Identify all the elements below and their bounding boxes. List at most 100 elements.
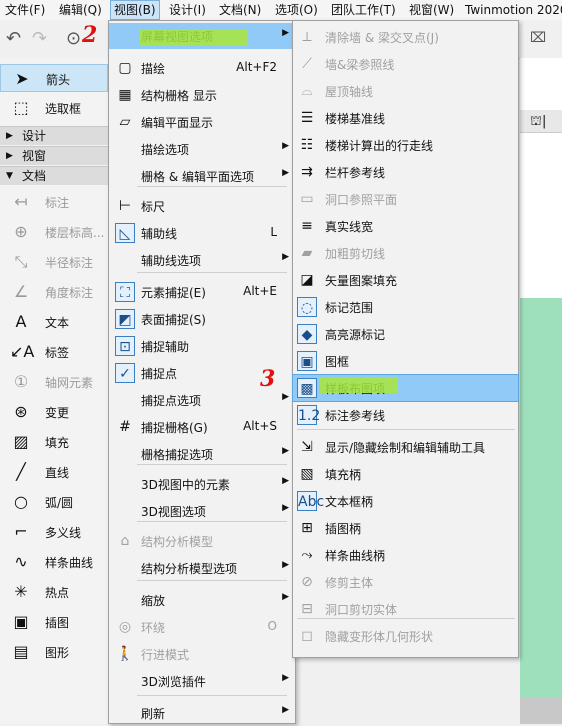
menu-item[interactable]: 刷新 ▶ bbox=[109, 700, 295, 726]
submenu-item[interactable]: ◌ 标记范围 bbox=[293, 294, 518, 320]
menu-item[interactable]: 🚶 行进模式 bbox=[109, 641, 295, 667]
menu-item-label: 3D视图中的元素 bbox=[141, 478, 230, 492]
menu-item[interactable]: 3D视图中的元素 ▶ bbox=[109, 471, 295, 497]
tool-marquee[interactable]: ⬚ 选取框 bbox=[0, 94, 108, 122]
menu-item[interactable]: # 捕捉栅格(G) Alt+S bbox=[109, 414, 295, 440]
menu-twinmotion[interactable]: Twinmotion 2020 bbox=[462, 0, 562, 20]
menu-item[interactable]: ▢ 描绘 Alt+F2 bbox=[109, 55, 295, 81]
menu-document[interactable]: 文档(N) bbox=[216, 0, 264, 20]
tool-item[interactable]: ⊕ 楼层标高... bbox=[0, 218, 108, 246]
trace-icon: ▢ bbox=[118, 60, 132, 76]
submenu-item[interactable]: Abc 文本框柄 bbox=[293, 488, 518, 514]
tool-item[interactable]: ∿ 样条曲线 bbox=[0, 548, 108, 576]
tool-item[interactable]: ① 轴网元素 bbox=[0, 368, 108, 396]
toolbar-tool-icon[interactable]: ⌧ bbox=[530, 30, 546, 46]
submenu-arrow-icon: ▶ bbox=[282, 141, 289, 151]
pick-icon[interactable]: ⊙ bbox=[66, 28, 81, 49]
menu-item[interactable]: ▦ 结构栅格 显示 bbox=[109, 82, 295, 108]
tab-icon[interactable]: ⛫| bbox=[530, 114, 546, 131]
menu-teamwork[interactable]: 团队工作(T) bbox=[328, 0, 399, 20]
menu-item-label: 结构栅格 显示 bbox=[141, 89, 217, 103]
menu-item-label: 结构分析模型 bbox=[141, 535, 214, 549]
tool-item[interactable]: ⊛ 变更 bbox=[0, 398, 108, 426]
drawing-canvas[interactable]: ⛫| bbox=[520, 58, 562, 724]
section-label: 视窗 bbox=[22, 149, 47, 163]
submenu-item[interactable]: ☷ 楼梯计算出的行走线 bbox=[293, 132, 518, 158]
submenu-item[interactable]: ⊘ 修剪主体 bbox=[293, 569, 518, 595]
snap-point-icon: ✓ bbox=[115, 363, 135, 383]
section-design[interactable]: ▶ 设计 bbox=[0, 126, 108, 145]
shortcut-label: O bbox=[267, 619, 277, 633]
menu-item-label: 辅助线选项 bbox=[141, 254, 202, 268]
tool-item[interactable]: ↤ 标注 bbox=[0, 188, 108, 216]
tool-arrow[interactable]: ➤ 箭头 bbox=[0, 64, 108, 92]
menu-item[interactable]: 结构分析模型选项 ▶ bbox=[109, 555, 295, 581]
tool-item[interactable]: ○ 弧/圆 bbox=[0, 488, 108, 516]
menu-item[interactable]: ◎ 环绕 O bbox=[109, 614, 295, 640]
redo-icon[interactable]: ↷ bbox=[32, 28, 47, 49]
tool-item[interactable]: ▨ 填充 bbox=[0, 428, 108, 456]
menu-item[interactable]: ▱ 编辑平面显示 bbox=[109, 109, 295, 135]
tool-label: 选取框 bbox=[45, 102, 82, 116]
tool-item[interactable]: ⤡ 半径标注 bbox=[0, 248, 108, 276]
menu-item-label: 栅格捕捉选项 bbox=[141, 448, 214, 462]
tool-item[interactable]: ⌐ 多义线 bbox=[0, 518, 108, 546]
menu-item[interactable]: 描绘选项 ▶ bbox=[109, 136, 295, 162]
change-icon: ⊛ bbox=[14, 402, 28, 421]
submenu-item[interactable]: ⌓ 屋顶轴线 bbox=[293, 78, 518, 104]
walk-icon: 🚶 bbox=[116, 646, 134, 662]
submenu-item-label: 修剪主体 bbox=[325, 576, 374, 590]
submenu-item[interactable]: ▣ 图框 bbox=[293, 348, 518, 374]
submenu-item[interactable]: ⤳ 样条曲线柄 bbox=[293, 542, 518, 568]
tool-item[interactable]: ╱ 直线 bbox=[0, 458, 108, 486]
screen-view-options-submenu: ⟂ 清除墙 & 梁交叉点(J) ⟋ 墙&梁参照线 ⌓ 屋顶轴线 ☰ 楼梯基准线 ☷ 楼梯计算出的行… bbox=[292, 20, 519, 658]
submenu-item[interactable]: ⇉ 栏杆参考线 bbox=[293, 159, 518, 185]
menu-item[interactable]: ◩ 表面捕捉(S) bbox=[109, 306, 295, 332]
menu-view[interactable]: 视图(B) bbox=[110, 0, 160, 20]
submenu-item[interactable]: ◪ 矢量图案填充 bbox=[293, 267, 518, 293]
menu-item[interactable]: 辅助线选项 ▶ bbox=[109, 247, 295, 273]
text-icon: A bbox=[15, 312, 27, 331]
submenu-item[interactable]: ⟋ 墙&梁参照线 bbox=[293, 51, 518, 77]
tool-item[interactable]: ✳ 热点 bbox=[0, 578, 108, 606]
submenu-item[interactable]: 1.2 标注参考线 bbox=[293, 402, 518, 428]
submenu-item[interactable]: ◆ 高亮源标记 bbox=[293, 321, 518, 347]
tool-item[interactable]: A 文本 bbox=[0, 308, 108, 336]
menu-design[interactable]: 设计(I) bbox=[166, 0, 209, 20]
submenu-item[interactable]: ▰ 加粗剪切线 bbox=[293, 240, 518, 266]
menu-item[interactable]: ⛶ 元素捕捉(E) Alt+E bbox=[109, 279, 295, 305]
submenu-item[interactable]: ⇲ 显示/隐藏绘制和编辑辅助工具 bbox=[293, 434, 518, 460]
menu-edit[interactable]: 编辑(Q) bbox=[56, 0, 105, 20]
menu-item[interactable]: ⊢ 标尺 bbox=[109, 193, 295, 219]
menu-window[interactable]: 视窗(W) bbox=[406, 0, 457, 20]
menu-item[interactable]: ⌂ 结构分析模型 bbox=[109, 528, 295, 554]
menu-options[interactable]: 选项(O) bbox=[272, 0, 321, 20]
master-layout-icon: ▩ bbox=[297, 378, 317, 398]
menu-item[interactable]: 3D浏览插件 ▶ bbox=[109, 668, 295, 694]
highlight-source-icon: ◆ bbox=[297, 324, 317, 344]
submenu-item[interactable]: ☰ 楼梯基准线 bbox=[293, 105, 518, 131]
undo-icon[interactable]: ↶ bbox=[6, 28, 21, 49]
submenu-item[interactable]: ≡ 真实线宽 bbox=[293, 213, 518, 239]
menu-item[interactable]: 缩放 ▶ bbox=[109, 587, 295, 613]
menu-file[interactable]: 文件(F) bbox=[2, 0, 48, 20]
submenu-item[interactable]: ◻ 隐藏变形体几何形状 bbox=[293, 623, 518, 649]
shortcut-label: Alt+S bbox=[243, 419, 277, 433]
menu-item[interactable]: ⊡ 捕捉辅助 bbox=[109, 333, 295, 359]
tool-item[interactable]: ∠ 角度标注 bbox=[0, 278, 108, 306]
section-viewpoint[interactable]: ▶ 视窗 bbox=[0, 146, 108, 165]
section-document[interactable]: ▼ 文档 bbox=[0, 166, 108, 185]
menu-item[interactable]: ◺ 辅助线 L bbox=[109, 220, 295, 246]
tool-item[interactable]: ↙A 标签 bbox=[0, 338, 108, 366]
tool-item[interactable]: ▣ 插图 bbox=[0, 608, 108, 636]
submenu-item[interactable]: ▭ 洞口参照平面 bbox=[293, 186, 518, 212]
section-label: 文档 bbox=[22, 169, 47, 183]
menu-item-label: 捕捉点 bbox=[141, 367, 178, 381]
submenu-item[interactable]: ⟂ 清除墙 & 梁交叉点(J) bbox=[293, 24, 518, 50]
submenu-item[interactable]: ▧ 填充柄 bbox=[293, 461, 518, 487]
submenu-item[interactable]: ⊞ 插图柄 bbox=[293, 515, 518, 541]
menu-separator bbox=[297, 429, 515, 430]
tool-item[interactable]: ▤ 图形 bbox=[0, 638, 108, 666]
ruler-icon: ⊢ bbox=[118, 198, 132, 214]
submenu-arrow-icon: ▶ bbox=[282, 392, 289, 402]
